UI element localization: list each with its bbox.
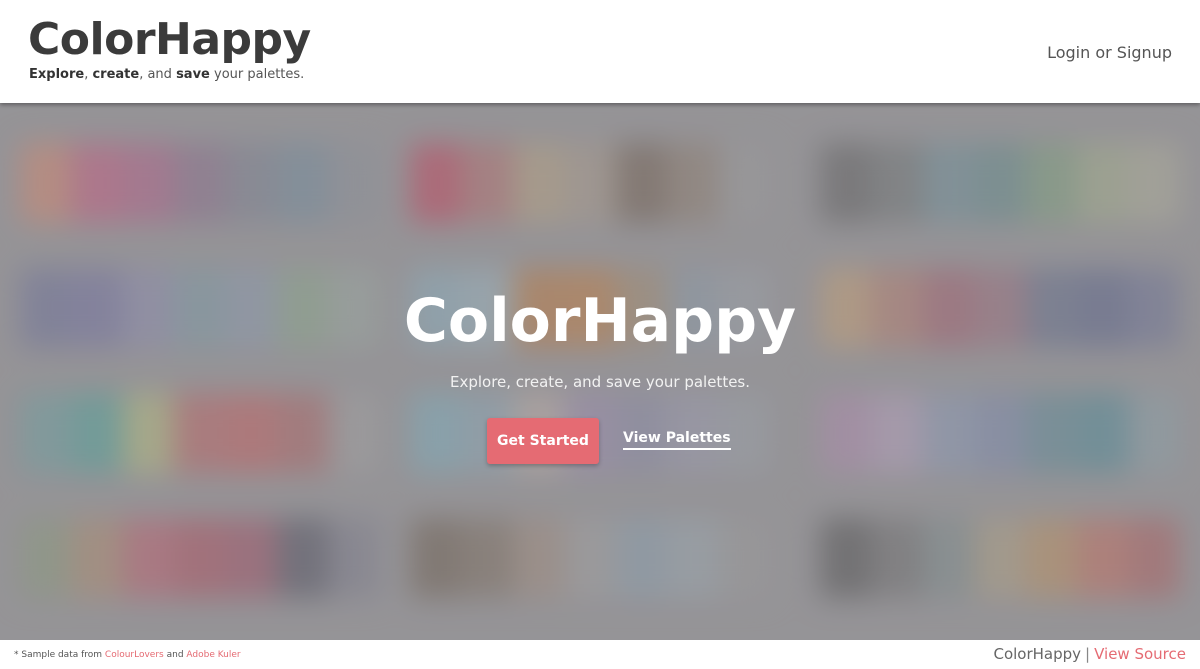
tagline-sep-2: , and [139, 67, 177, 82]
hero-title: ColorHappy [403, 286, 797, 356]
tagline-rest: your palettes. [209, 67, 305, 82]
hero-overlay [0, 103, 1200, 640]
sample-data-note: * Sample data from ColourLovers and Adob… [14, 650, 241, 660]
view-palettes-link[interactable]: View Palettes [623, 430, 731, 450]
hero-section: ColorHappy Explore, create, and save you… [0, 103, 1200, 640]
note-mid: and [163, 650, 187, 660]
footer-brand: ColorHappy [993, 645, 1082, 663]
tagline-explore: Explore [29, 67, 85, 82]
tagline-save: save [176, 67, 210, 82]
footer-separator: | [1085, 645, 1091, 663]
note-prefix: * Sample data from [14, 650, 105, 660]
get-started-button[interactable]: Get Started [487, 418, 599, 464]
view-source-link[interactable]: View Source [1094, 645, 1186, 663]
hero-subtitle: Explore, create, and save your palettes. [449, 373, 751, 391]
tagline: Explore, create, and save your palettes. [29, 67, 304, 82]
footer-links: ColorHappy | View Source [993, 645, 1186, 663]
tagline-create: create [92, 67, 140, 82]
login-signup-link[interactable]: Login or Signup [1047, 43, 1172, 62]
site-footer: * Sample data from ColourLovers and Adob… [0, 640, 1200, 669]
adobe-kuler-link[interactable]: Adobe Kuler [186, 650, 240, 660]
logo[interactable]: ColorHappy [28, 14, 311, 66]
colourlovers-link[interactable]: ColourLovers [105, 650, 164, 660]
site-header: ColorHappy Explore, create, and save you… [0, 0, 1200, 103]
